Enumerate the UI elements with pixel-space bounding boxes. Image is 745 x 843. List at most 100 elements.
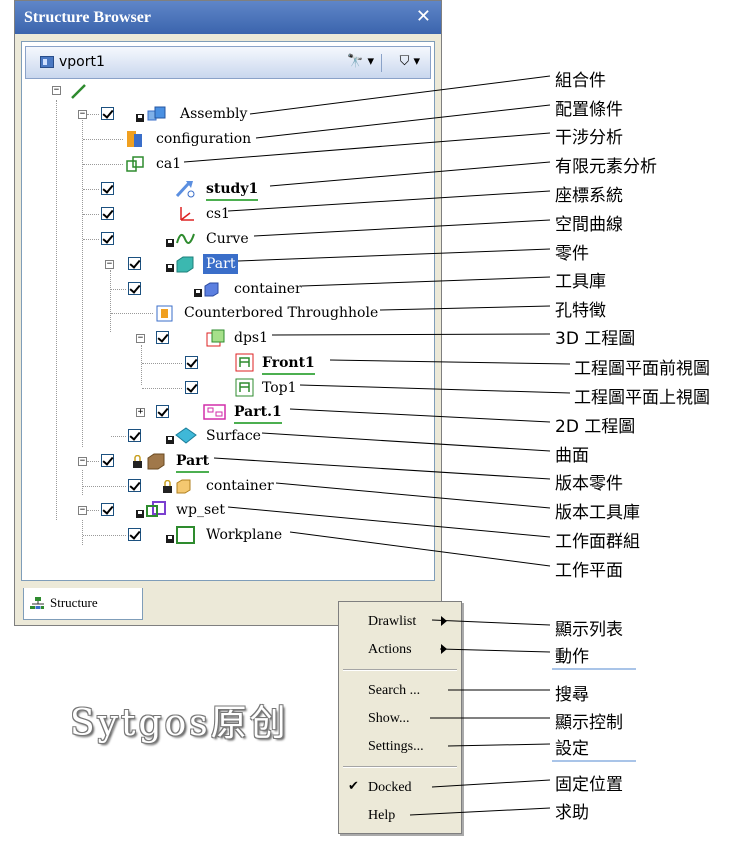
menu-item-label: Search ... (368, 683, 421, 698)
menu-callout-label: 顯示控制 (555, 713, 623, 733)
callout-divider (552, 668, 636, 670)
menu-callout-label: 顯示列表 (555, 620, 623, 640)
visibility-checkbox[interactable] (128, 479, 141, 492)
collapse-toggle[interactable]: − (105, 260, 114, 269)
callout-divider (552, 760, 636, 762)
close-icon[interactable]: ✕ (416, 6, 431, 27)
curve-icon (176, 233, 195, 244)
structure-browser-window: Structure Browser ✕ vport1 🔭 ▾ ⛉ ▾ − − A… (14, 0, 442, 626)
menu-item-help[interactable]: Help (339, 804, 461, 828)
menu-item-show[interactable]: Show... (339, 707, 461, 731)
menu-callout-label: 動作 (555, 647, 589, 667)
menu-item-drawlist[interactable]: Drawlist (339, 610, 461, 634)
menu-item-search[interactable]: Search ... (339, 679, 461, 703)
tree-item-label: wp_set (176, 502, 226, 518)
title-bar[interactable]: Structure Browser ✕ (15, 1, 441, 34)
tree-guide (83, 189, 99, 190)
callout-label: 孔特徵 (555, 301, 606, 321)
callout-label: 配置條件 (555, 100, 623, 120)
collapse-toggle[interactable]: − (52, 86, 61, 95)
menu-item-label: Settings... (368, 739, 424, 754)
visibility-checkbox[interactable] (101, 207, 114, 220)
callout-label: 版本零件 (555, 474, 623, 494)
tree-item-ca1[interactable]: ca1 (22, 154, 434, 174)
tree-item-version-part[interactable]: − Part (22, 451, 434, 473)
visibility-checkbox[interactable] (156, 331, 169, 344)
coordinate-system-icon (180, 207, 194, 221)
tree-item-hole[interactable]: Counterbored Throughhole (22, 303, 434, 323)
callout-label: 工具庫 (555, 272, 606, 292)
visibility-checkbox[interactable] (101, 503, 114, 516)
save-icon (166, 264, 174, 272)
context-menu: Drawlist Actions Search ... Show... Sett… (338, 601, 462, 834)
tree-item-surface[interactable]: Surface (22, 426, 434, 446)
tree-panel: vport1 🔭 ▾ ⛉ ▾ − − Assembly configuratio… (21, 41, 435, 581)
submenu-arrow-icon (441, 644, 447, 654)
visibility-checkbox[interactable] (101, 232, 114, 245)
tree-item-dps1[interactable]: − dps1 (22, 328, 434, 348)
collapse-toggle[interactable]: − (78, 110, 87, 119)
tab-label: Structure (50, 595, 98, 610)
drawing-view-icon (235, 378, 254, 397)
menu-item-actions[interactable]: Actions (339, 638, 461, 662)
tree-item-part[interactable]: − Part (22, 254, 434, 274)
window-title: Structure Browser (24, 9, 151, 26)
tree-item-label: Part.1 (234, 402, 282, 424)
callout-label: 空間曲線 (555, 215, 623, 235)
callout-label: 工程圖平面前視圖 (574, 359, 710, 379)
visibility-checkbox[interactable] (185, 356, 198, 369)
tree-item-front1[interactable]: Front1 (22, 353, 434, 375)
workplane-icon (176, 526, 195, 544)
visibility-checkbox[interactable] (101, 107, 114, 120)
lock-icon (133, 455, 142, 468)
tree-item-label: Part (203, 254, 239, 274)
tree-item-study1[interactable]: study1 (22, 179, 434, 201)
fea-study-icon (175, 181, 195, 198)
callout-label: 組合件 (555, 71, 606, 91)
tree-item-cs1[interactable]: cs1 (22, 204, 434, 224)
tree-item-container[interactable]: container (22, 279, 434, 299)
tree-item-configuration[interactable]: configuration (22, 129, 434, 149)
menu-item-label: Docked (368, 780, 412, 795)
menu-item-settings[interactable]: Settings... (339, 735, 461, 759)
callout-label: 曲面 (555, 446, 589, 466)
structure-tree-icon (30, 597, 44, 609)
menu-callout-label: 設定 (555, 739, 589, 759)
version-library-icon (176, 479, 191, 494)
visibility-checkbox[interactable] (101, 454, 114, 467)
visibility-checkbox[interactable] (128, 528, 141, 541)
tree-guide (111, 436, 126, 437)
tree-item-workplane[interactable]: Workplane (22, 525, 434, 545)
expand-toggle[interactable]: + (136, 408, 145, 417)
tab-structure[interactable]: Structure (23, 588, 143, 620)
save-icon (166, 239, 174, 247)
tree-item-version-container[interactable]: container (22, 476, 434, 496)
tree-item-part1[interactable]: + Part.1 (22, 402, 434, 424)
visibility-checkbox[interactable] (128, 282, 141, 295)
drawing-3d-icon (206, 329, 225, 347)
tree-guide (87, 461, 99, 462)
callout-label: 2D 工程圖 (555, 417, 636, 437)
visibility-checkbox[interactable] (128, 257, 141, 270)
tree-item-curve[interactable]: Curve (22, 229, 434, 249)
visibility-checkbox[interactable] (101, 182, 114, 195)
tree-item-label: Top1 (262, 380, 297, 396)
tree-guide (83, 214, 99, 215)
tree-item-label: Curve (206, 231, 249, 247)
tree-item-top1[interactable]: Top1 (22, 378, 434, 398)
visibility-checkbox[interactable] (156, 405, 169, 418)
callout-label: 工作平面 (555, 561, 623, 581)
tree-item-wp-set[interactable]: − wp_set (22, 500, 434, 520)
collapse-toggle[interactable]: − (78, 506, 87, 515)
collapse-toggle[interactable]: − (78, 457, 87, 466)
visibility-checkbox[interactable] (128, 429, 141, 442)
visibility-checkbox[interactable] (185, 381, 198, 394)
menu-item-docked[interactable]: ✔ Docked (339, 776, 461, 800)
tree-guide (83, 239, 99, 240)
callout-label: 有限元素分析 (555, 157, 657, 177)
tree-item-assembly[interactable]: − Assembly (22, 104, 434, 124)
menu-separator (343, 766, 457, 768)
collapse-toggle[interactable]: − (136, 334, 145, 343)
tree-guide (83, 486, 126, 487)
tree-guide (111, 289, 126, 290)
